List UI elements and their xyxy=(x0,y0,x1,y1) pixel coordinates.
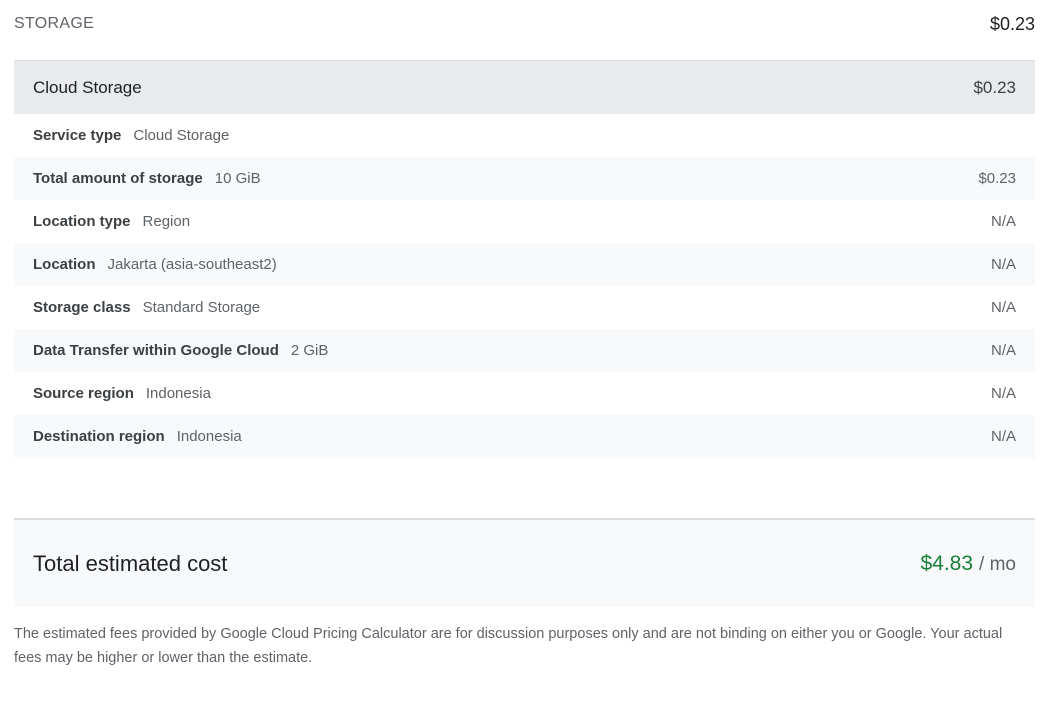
detail-row: Source region Indonesia N/A xyxy=(14,372,1035,415)
detail-label: Location type xyxy=(33,213,131,230)
detail-label: Location xyxy=(33,256,96,273)
detail-row: Service type Cloud Storage xyxy=(14,114,1035,157)
detail-value: Indonesia xyxy=(145,385,211,402)
detail-value: Indonesia xyxy=(176,428,242,445)
detail-label: Service type xyxy=(33,127,122,144)
detail-row: Location type Region N/A xyxy=(14,200,1035,243)
service-header[interactable]: Cloud Storage $0.23 xyxy=(14,61,1035,114)
detail-value: Region xyxy=(142,213,191,230)
detail-label: Source region xyxy=(33,385,134,402)
detail-value: 10 GiB xyxy=(214,170,261,187)
section-title: STORAGE xyxy=(14,15,95,32)
detail-value: 2 GiB xyxy=(290,342,329,359)
service-cost: $0.23 xyxy=(973,77,1016,97)
detail-row: Data Transfer within Google Cloud 2 GiB N… xyxy=(14,329,1035,372)
total-amount: $4.83 xyxy=(920,551,974,575)
detail-cost: N/A xyxy=(990,342,1016,359)
detail-value: Jakarta (asia-southeast2) xyxy=(107,256,277,273)
service-name: Cloud Storage xyxy=(33,77,142,97)
detail-row: Storage class Standard Storage N/A xyxy=(14,286,1035,329)
total-estimated-cost: Total estimated cost $4.83 / mo xyxy=(14,518,1035,607)
section-header: STORAGE $0.23 xyxy=(14,0,1035,48)
detail-cost: N/A xyxy=(990,299,1016,316)
detail-cost: N/A xyxy=(990,428,1016,445)
total-amount-group: $4.83 / mo xyxy=(920,552,1016,576)
total-label: Total estimated cost xyxy=(33,550,228,576)
detail-value: Standard Storage xyxy=(142,299,261,316)
detail-row: Total amount of storage 10 GiB $0.23 xyxy=(14,157,1035,200)
detail-value: Cloud Storage xyxy=(133,127,230,144)
detail-label: Storage class xyxy=(33,299,131,316)
total-period: / mo xyxy=(979,553,1016,575)
section-total-cost: $0.23 xyxy=(989,13,1035,34)
detail-label: Data Transfer within Google Cloud xyxy=(33,342,279,359)
detail-label: Total amount of storage xyxy=(33,170,203,187)
detail-cost: N/A xyxy=(990,213,1016,230)
detail-cost: $0.23 xyxy=(978,170,1016,187)
detail-cost: N/A xyxy=(990,256,1016,273)
storage-section: STORAGE $0.23 Cloud Storage $0.23 Servic… xyxy=(14,0,1035,458)
detail-label: Destination region xyxy=(33,428,165,445)
service-detail-list: Service type Cloud Storage Total amount o… xyxy=(14,114,1035,458)
disclaimer-text: The estimated fees provided by Google Cl… xyxy=(14,626,1003,666)
detail-cost: N/A xyxy=(990,385,1016,402)
service-card: Cloud Storage $0.23 Service type Cloud St… xyxy=(14,60,1035,458)
detail-row: Destination region Indonesia N/A xyxy=(14,415,1035,458)
detail-row: Location Jakarta (asia-southeast2) N/A xyxy=(14,243,1035,286)
